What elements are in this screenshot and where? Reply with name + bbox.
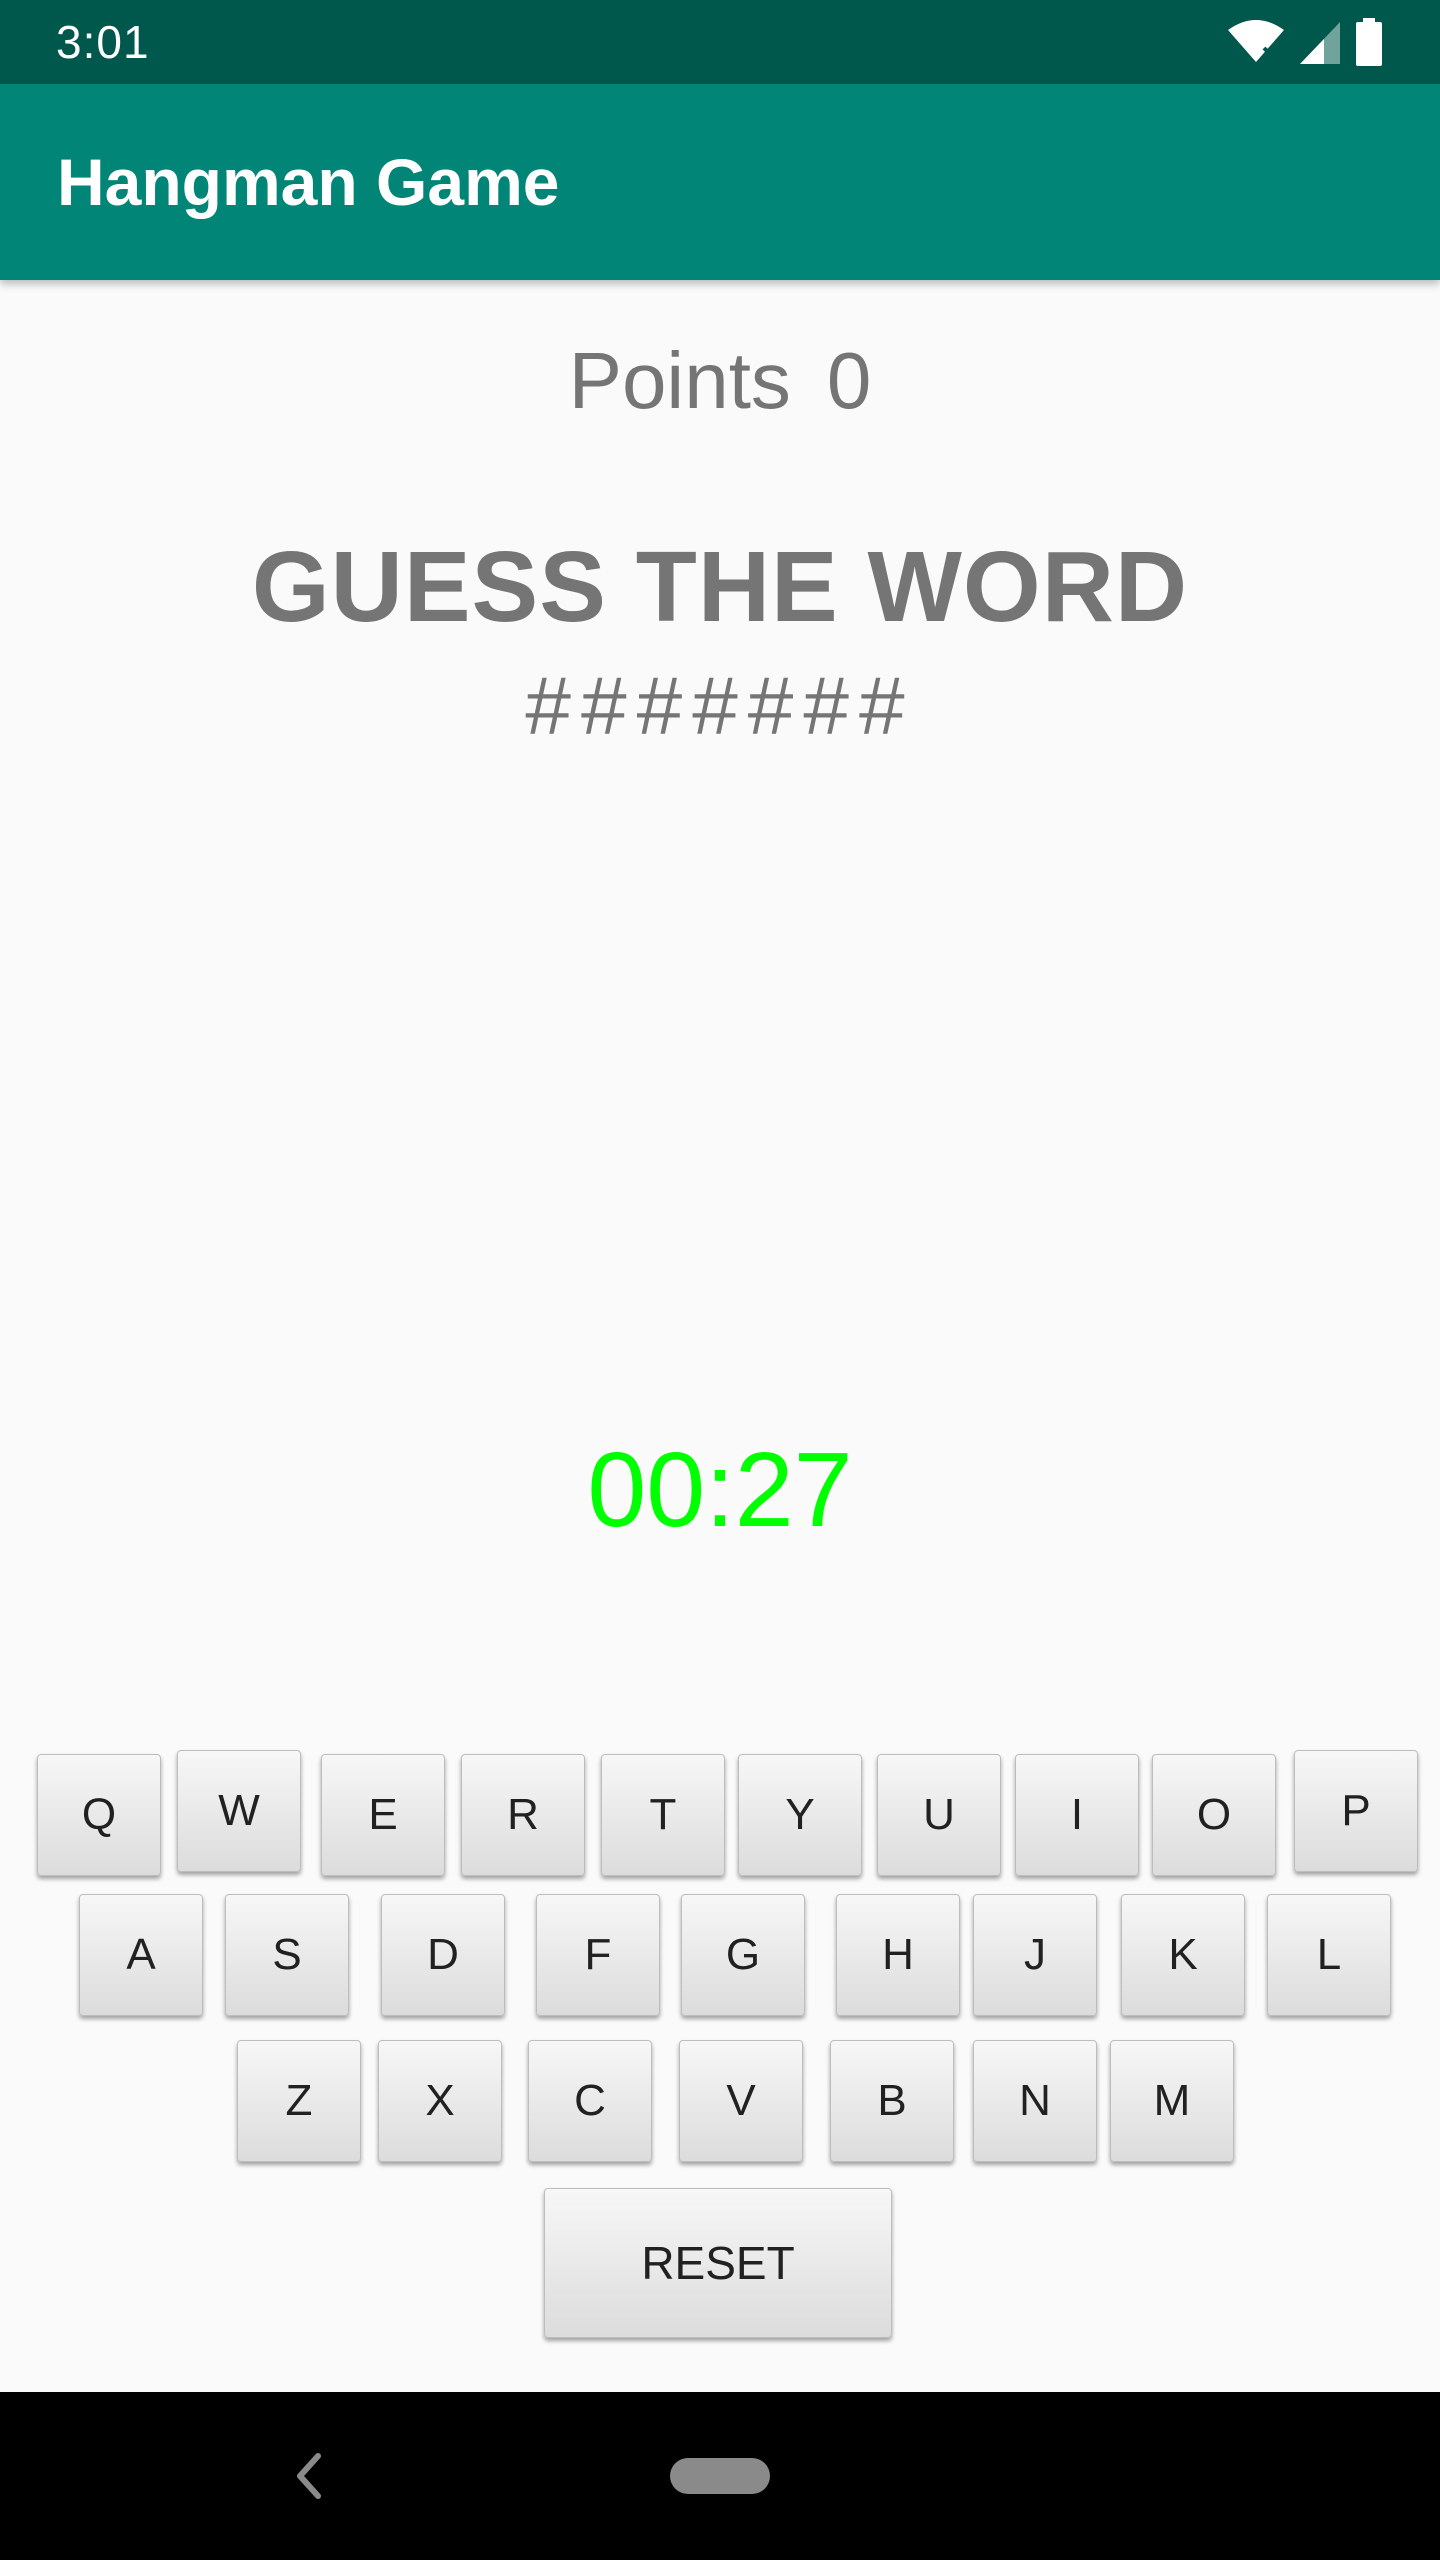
reset-button[interactable]: RESET [544, 2188, 892, 2338]
key-a[interactable]: A [79, 1894, 203, 2016]
points-label: Points [568, 336, 791, 425]
signal-icon [1300, 22, 1340, 64]
key-z[interactable]: Z [237, 2040, 361, 2162]
masked-word: ####### [525, 661, 915, 752]
key-l[interactable]: L [1267, 1894, 1391, 2016]
key-k[interactable]: K [1121, 1894, 1245, 2016]
app-title: Hangman Game [57, 145, 560, 219]
game-title: GUESS THE WORD [251, 531, 1189, 643]
key-q[interactable]: Q [37, 1754, 161, 1876]
key-p[interactable]: P [1294, 1750, 1418, 1872]
key-m[interactable]: M [1110, 2040, 1234, 2162]
key-o[interactable]: O [1152, 1754, 1276, 1876]
app-bar: Hangman Game [0, 84, 1440, 280]
key-y[interactable]: Y [738, 1754, 862, 1876]
key-v[interactable]: V [679, 2040, 803, 2162]
key-g[interactable]: G [681, 1894, 805, 2016]
key-w[interactable]: W [177, 1750, 301, 1872]
back-icon[interactable] [290, 2448, 330, 2504]
home-icon[interactable] [670, 2458, 770, 2494]
countdown-timer: 00:27 [587, 1431, 853, 1549]
points-display: Points 0 [0, 335, 1440, 427]
key-n[interactable]: N [973, 2040, 1097, 2162]
battery-icon [1356, 18, 1382, 66]
key-i[interactable]: I [1015, 1754, 1139, 1876]
navigation-bar [0, 2392, 1440, 2560]
key-s[interactable]: S [225, 1894, 349, 2016]
status-bar: 3:01 [0, 0, 1440, 84]
key-r[interactable]: R [461, 1754, 585, 1876]
status-icons [1214, 18, 1384, 66]
status-time: 3:01 [56, 16, 150, 68]
key-j[interactable]: J [973, 1894, 1097, 2016]
key-b[interactable]: B [830, 2040, 954, 2162]
key-u[interactable]: U [877, 1754, 1001, 1876]
key-f[interactable]: F [536, 1894, 660, 2016]
key-h[interactable]: H [836, 1894, 960, 2016]
key-t[interactable]: T [601, 1754, 725, 1876]
wifi-icon [1228, 20, 1284, 62]
key-e[interactable]: E [321, 1754, 445, 1876]
key-c[interactable]: C [528, 2040, 652, 2162]
points-value: 0 [826, 336, 872, 425]
key-d[interactable]: D [381, 1894, 505, 2016]
key-x[interactable]: X [378, 2040, 502, 2162]
